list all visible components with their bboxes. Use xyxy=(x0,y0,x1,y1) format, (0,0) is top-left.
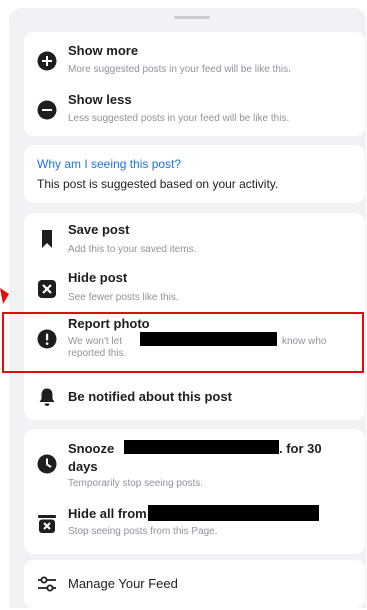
show-more-item[interactable]: Show more More suggested posts in your f… xyxy=(24,32,365,84)
save-post-item[interactable]: Save post Add this to your saved items. xyxy=(24,213,365,261)
show-less-item[interactable]: Show less Less suggested posts in your f… xyxy=(24,84,365,136)
snooze-subtitle: Temporarily stop seeing posts. xyxy=(68,478,204,489)
highlight-box xyxy=(2,312,364,373)
clock-icon xyxy=(37,454,57,474)
redacted-page-name xyxy=(148,505,319,521)
save-post-subtitle: Add this to your saved items. xyxy=(68,244,197,255)
bell-icon xyxy=(37,387,57,407)
manage-feed-card[interactable]: Manage Your Feed xyxy=(24,560,365,608)
hide-post-item[interactable]: Hide post See fewer posts like this. xyxy=(24,261,365,309)
feedback-card: Show more More suggested posts in your f… xyxy=(24,32,365,136)
hide-all-item[interactable]: Hide all from Stop seeing posts from thi… xyxy=(24,495,365,554)
hide-all-icon xyxy=(37,514,57,534)
minus-circle-icon xyxy=(37,100,57,120)
drag-handle[interactable] xyxy=(174,16,210,19)
show-less-title: Show less xyxy=(68,92,132,107)
snooze-title-start: Snooze xyxy=(68,441,115,456)
show-more-subtitle: More suggested posts in your feed will b… xyxy=(68,64,291,75)
snooze-card: Snooze . for 30 days Temporarily stop se… xyxy=(24,429,365,554)
notify-item[interactable]: Be notified about this post xyxy=(24,373,365,420)
bottom-sheet: Show more More suggested posts in your f… xyxy=(9,8,366,608)
snooze-title-end: . for 30 xyxy=(279,441,322,456)
plus-circle-icon xyxy=(37,51,57,71)
manage-feed-title: Manage Your Feed xyxy=(68,576,178,591)
notify-title: Be notified about this post xyxy=(68,389,232,404)
hide-post-title: Hide post xyxy=(68,270,128,285)
hide-post-subtitle: See fewer posts like this. xyxy=(68,292,179,303)
hide-all-subtitle: Stop seeing posts from this Page. xyxy=(68,526,218,537)
close-box-icon xyxy=(37,279,57,299)
why-link[interactable]: Why am I seeing this post? xyxy=(37,157,181,171)
snooze-title-line2: days xyxy=(68,459,98,474)
why-card: Why am I seeing this post? This post is … xyxy=(24,145,365,203)
sliders-icon xyxy=(37,574,57,594)
why-text: This post is suggested based on your act… xyxy=(37,177,279,191)
snooze-item[interactable]: Snooze . for 30 days Temporarily stop se… xyxy=(24,429,365,495)
redacted-page-name xyxy=(124,440,279,454)
show-less-subtitle: Less suggested posts in your feed will b… xyxy=(68,113,290,124)
hide-all-title: Hide all from xyxy=(68,506,147,521)
bookmark-icon xyxy=(37,229,57,249)
show-more-title: Show more xyxy=(68,43,139,58)
save-post-title: Save post xyxy=(68,222,130,237)
